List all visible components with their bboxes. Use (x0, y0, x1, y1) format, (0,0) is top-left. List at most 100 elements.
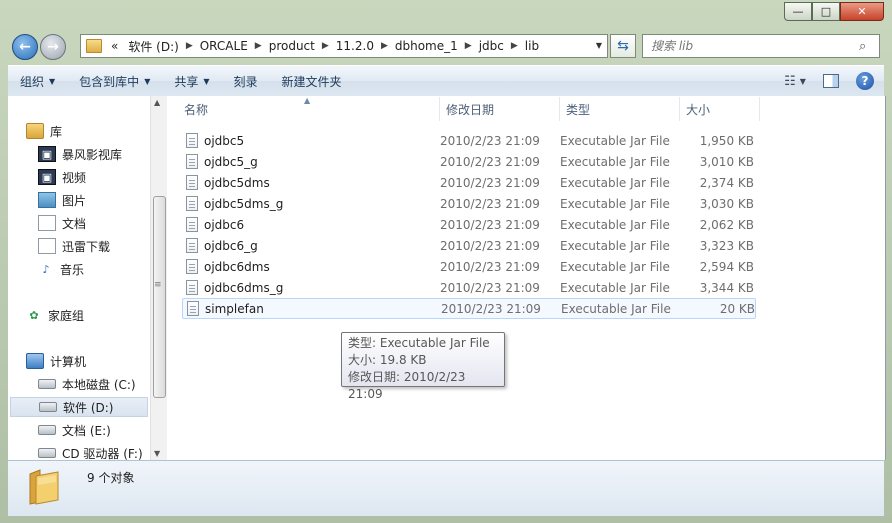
file-size: 1,950 KB (699, 133, 754, 148)
chevron-right-icon[interactable]: ▶ (509, 41, 520, 51)
crumb-drive-d[interactable]: 软件 (D:) (123, 38, 183, 55)
search-icon[interactable]: ⌕ (859, 39, 866, 54)
minimize-button[interactable]: — (784, 2, 812, 21)
views-button[interactable]: ☷ ▼ (784, 70, 806, 92)
file-row[interactable]: ojdbc6_g 2010/2/23 21:09 Executable Jar … (182, 235, 756, 256)
folder-icon (28, 466, 60, 506)
file-type: Executable Jar File (560, 175, 670, 190)
folder-icon (86, 39, 102, 53)
file-size: 20 KB (719, 301, 755, 316)
nav-label: CD 驱动器 (F:) (62, 446, 143, 461)
video-library-icon: ▣ (38, 146, 56, 162)
documents-icon (38, 215, 56, 231)
search-input[interactable] (643, 38, 853, 54)
chevron-right-icon[interactable]: ▶ (379, 41, 390, 51)
file-modified: 2010/2/23 21:09 (440, 259, 540, 274)
nav-homegroup[interactable]: ✿ 家庭组 (26, 305, 150, 325)
file-name: ojdbc6dms_g (204, 280, 284, 295)
burn-button[interactable]: 刻录 (222, 66, 270, 96)
help-button[interactable]: ? (856, 72, 874, 90)
share-label: 共享 (174, 74, 199, 89)
file-modified: 2010/2/23 21:09 (440, 196, 540, 211)
chevron-right-icon[interactable]: ▶ (463, 41, 474, 51)
crumb-lib[interactable]: lib (520, 39, 544, 53)
crumb-jdbc[interactable]: jdbc (474, 39, 509, 53)
file-name: ojdbc6 (204, 217, 245, 232)
nav-cd-drive-f[interactable]: CD 驱动器 (F:) (38, 443, 150, 460)
chevron-down-icon: ▼ (203, 76, 210, 86)
chevron-down-icon: ▼ (49, 76, 56, 86)
nav-music[interactable]: ♪ 音乐 (38, 259, 150, 279)
organize-label: 组织 (20, 74, 45, 89)
back-button[interactable]: ← (12, 34, 38, 60)
scroll-down-icon[interactable]: ▼ (154, 449, 160, 458)
nav-thunder-downloads[interactable]: 迅雷下载 (38, 236, 150, 256)
crumb-dbhome[interactable]: dbhome_1 (390, 39, 463, 53)
column-header-modified[interactable]: 修改日期 (440, 97, 560, 121)
nav-label: 家庭组 (48, 308, 85, 323)
chevron-right-icon[interactable]: ▶ (320, 41, 331, 51)
nav-documents[interactable]: 文档 (38, 213, 150, 233)
file-size: 2,594 KB (699, 259, 754, 274)
nav-pane-scrollbar[interactable]: ▲ ≡ ▼ (150, 96, 167, 460)
nav-drive-d[interactable]: 软件 (D:) (10, 397, 148, 417)
file-row[interactable]: ojdbc5dms_g 2010/2/23 21:09 Executable J… (182, 193, 756, 214)
chevron-right-icon[interactable]: ▶ (184, 41, 195, 51)
column-header-type[interactable]: 类型 (560, 97, 680, 121)
preview-pane-button[interactable] (820, 70, 842, 92)
nav-computer[interactable]: 计算机 (26, 351, 150, 371)
crumb-version[interactable]: 11.2.0 (331, 39, 379, 53)
organize-menu[interactable]: 组织 ▼ (8, 66, 67, 96)
new-folder-button[interactable]: 新建文件夹 (270, 66, 354, 96)
library-icon (26, 123, 44, 139)
column-header-size[interactable]: 大小 (680, 97, 760, 121)
crumb-orcale[interactable]: ORCALE (195, 39, 253, 53)
title-bar[interactable] (0, 0, 892, 30)
file-modified: 2010/2/23 21:09 (441, 301, 541, 316)
file-size: 3,323 KB (699, 238, 754, 253)
nav-video-library[interactable]: ▣ 暴风影视库 (38, 144, 150, 164)
file-row[interactable]: ojdbc5_g 2010/2/23 21:09 Executable Jar … (182, 151, 756, 172)
jar-file-icon (186, 217, 198, 232)
crumb-product[interactable]: product (264, 39, 320, 53)
chevron-down-icon: ▼ (595, 40, 603, 50)
address-overflow[interactable]: « (106, 39, 123, 53)
file-name: ojdbc6dms (204, 259, 270, 274)
nav-label: 文档 (E:) (62, 423, 111, 438)
refresh-button[interactable]: ⇆ (610, 34, 636, 58)
computer-icon (26, 353, 44, 369)
nav-label: 文档 (62, 216, 87, 231)
file-row[interactable]: ojdbc5 2010/2/23 21:09 Executable Jar Fi… (182, 130, 756, 151)
scroll-up-icon[interactable]: ▲ (154, 98, 160, 107)
forward-button[interactable]: → (40, 34, 66, 60)
search-box[interactable]: ⌕ (642, 34, 880, 58)
file-name: ojdbc5_g (204, 154, 258, 169)
include-in-library-menu[interactable]: 包含到库中 ▼ (67, 66, 162, 96)
file-row-hovered[interactable]: simplefan 2010/2/23 21:09 Executable Jar… (182, 298, 756, 319)
nav-drive-e[interactable]: 文档 (E:) (38, 420, 150, 440)
nav-drive-c[interactable]: 本地磁盘 (C:) (38, 374, 150, 394)
address-bar[interactable]: « 软件 (D:) ▶ ORCALE ▶ product ▶ 11.2.0 ▶ dbho… (80, 34, 608, 58)
nav-videos[interactable]: ▣ 视频 (38, 167, 150, 187)
view-list-icon: ☷ (784, 73, 796, 89)
caption-buttons: — □ ✕ (784, 2, 884, 21)
homegroup-icon: ✿ (29, 308, 39, 322)
file-row[interactable]: ojdbc5dms 2010/2/23 21:09 Executable Jar… (182, 172, 756, 193)
column-header-name[interactable]: 名称 (178, 97, 440, 121)
address-history-dropdown[interactable]: ▼ (591, 34, 607, 56)
file-row[interactable]: ojdbc6 2010/2/23 21:09 Executable Jar Fi… (182, 214, 756, 235)
include-in-library-label: 包含到库中 (79, 74, 140, 89)
file-row[interactable]: ojdbc6dms 2010/2/23 21:09 Executable Jar… (182, 256, 756, 277)
share-menu[interactable]: 共享 ▼ (162, 66, 221, 96)
file-row[interactable]: ojdbc6dms_g 2010/2/23 21:09 Executable J… (182, 277, 756, 298)
file-name: ojdbc5dms_g (204, 196, 284, 211)
chevron-right-icon[interactable]: ▶ (253, 41, 264, 51)
close-button[interactable]: ✕ (840, 2, 884, 21)
file-modified: 2010/2/23 21:09 (440, 154, 540, 169)
nav-libraries[interactable]: 库 (26, 121, 150, 141)
documents-icon (38, 238, 56, 254)
column-headers: 名称 修改日期 类型 大小 (178, 97, 760, 121)
scrollbar-thumb[interactable] (153, 196, 166, 398)
maximize-button[interactable]: □ (812, 2, 840, 21)
nav-pictures[interactable]: 图片 (38, 190, 150, 210)
